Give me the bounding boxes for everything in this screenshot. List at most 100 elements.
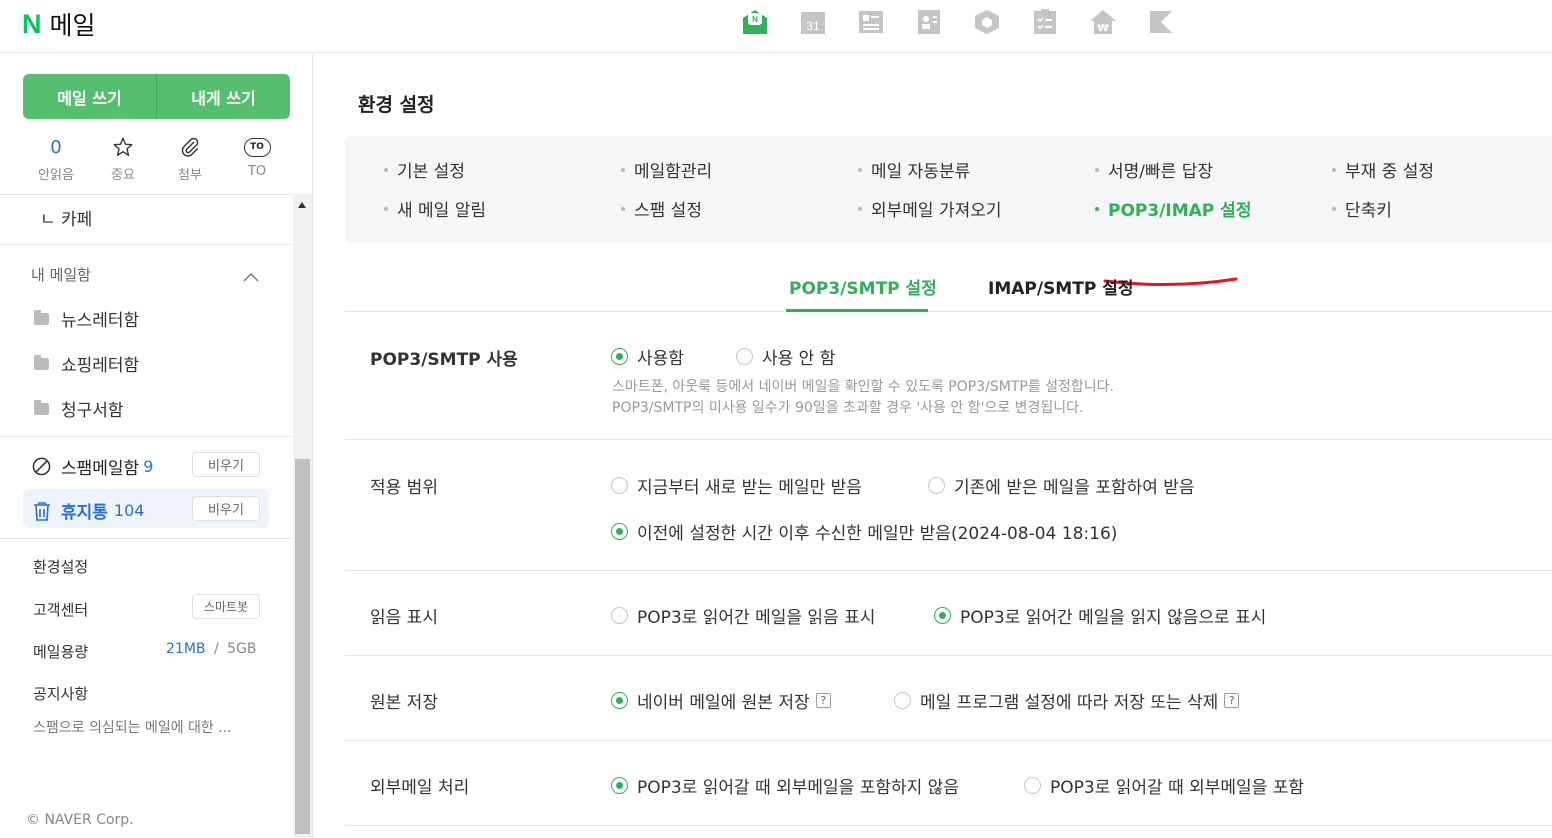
page-title: 환경 설정 [358, 94, 435, 116]
trash-icon [33, 501, 51, 521]
sidebar-scrollbar[interactable] [293, 194, 312, 838]
scope-after-time-radio[interactable]: 이전에 설정한 시간 이후 수신한 메일만 받음(2024-08-04 18:1… [611, 519, 1117, 544]
scope-include-existing-radio[interactable]: 기존에 받은 메일을 포함하여 받음 [928, 473, 1195, 498]
nav-signature[interactable]: 서명/빠른 답장 [1095, 157, 1213, 182]
spam-folder[interactable]: 스팸메일함 9 [32, 454, 153, 479]
folder-newsletter[interactable]: 뉴스레터함 [34, 306, 139, 331]
row-divider [345, 825, 1552, 826]
pop3-use-on-radio[interactable]: 사용함 [611, 344, 684, 369]
follow-program-radio[interactable]: 메일 프로그램 설정에 따라 저장 또는 삭제? [894, 688, 1240, 713]
unread-count: 0 [50, 136, 62, 158]
nav-new-mail-alert[interactable]: 새 메일 알림 [384, 196, 486, 221]
mail-icon[interactable]: N [738, 5, 771, 38]
storage-used: 21MB [166, 641, 206, 657]
nav-pop3-imap[interactable]: POP3/IMAP 설정 [1095, 196, 1251, 221]
tab-imap-smtp[interactable]: IMAP/SMTP 설정 [988, 274, 1133, 299]
keep-original-label: 원본 저장 [370, 693, 438, 713]
news-icon[interactable] [854, 5, 887, 38]
scroll-up-icon[interactable] [298, 202, 306, 208]
row-divider [345, 439, 1552, 440]
empty-trash-button[interactable]: 비우기 [192, 496, 260, 521]
scrollbar-thumb[interactable] [295, 459, 310, 834]
to-icon: TO [224, 132, 290, 162]
svg-text:31: 31 [806, 19, 820, 33]
pop3-use-label: POP3/SMTP 사용 [370, 350, 518, 370]
pop3-use-desc-1: 스마트폰, 아웃룩 등에서 네이버 메일을 확인할 수 있도록 POP3/SMT… [612, 379, 1114, 395]
nav-external-mail[interactable]: 외부메일 가져오기 [858, 196, 1002, 221]
contacts-icon[interactable] [912, 5, 945, 38]
chevron-up-icon[interactable] [243, 267, 259, 286]
notice-link[interactable]: 스팸으로 의심되는 메일에 대한 ... [33, 717, 232, 737]
nav-mailbox-manage[interactable]: 메일함관리 [621, 157, 712, 182]
attachment-label: 첨부 [178, 168, 202, 183]
divider [0, 436, 292, 437]
bookmark-icon[interactable] [1144, 5, 1177, 38]
active-tab-indicator [786, 309, 928, 312]
logo-text: 메일 [49, 11, 96, 40]
nav-basic[interactable]: 기본 설정 [384, 157, 465, 182]
storage-total: 5GB [227, 641, 257, 657]
pop3-use-off-radio[interactable]: 사용 안 함 [736, 344, 835, 369]
divider [0, 194, 292, 195]
sidebar: 메일 쓰기 내게 쓰기 0 안읽음 중요 첨부 TO TO ㄴ 카페 내 메일함… [0, 54, 313, 838]
storage-sep: / [213, 641, 219, 657]
to-me-label: TO [247, 164, 267, 179]
nav-auto-sort[interactable]: 메일 자동분류 [858, 157, 970, 182]
compose-buttons: 메일 쓰기 내게 쓰기 [23, 74, 290, 119]
external-exclude-radio[interactable]: POP3로 읽어갈 때 외부메일을 포함하지 않음 [611, 773, 959, 798]
pay-icon[interactable]: ₩ [1086, 5, 1119, 38]
divider [0, 538, 292, 539]
write-mail-button[interactable]: 메일 쓰기 [23, 74, 156, 119]
nav-shortcuts[interactable]: 단축키 [1332, 196, 1392, 221]
unread-filter[interactable]: 0 안읽음 [23, 132, 89, 184]
help-icon[interactable]: ? [815, 693, 831, 708]
important-filter[interactable]: 중요 [90, 132, 156, 183]
naver-logo-letter: N [22, 8, 42, 39]
trash-folder[interactable]: 휴지통 104 비우기 [23, 489, 269, 528]
row-divider [345, 570, 1552, 571]
support-link[interactable]: 고객센터 [33, 599, 88, 620]
read-mark-unread-radio[interactable]: POP3로 읽어간 메일을 읽지 않음으로 표시 [934, 603, 1266, 628]
scope-new-only-radio[interactable]: 지금부터 새로 받는 메일만 받음 [611, 473, 862, 498]
empty-spam-button[interactable]: 비우기 [192, 452, 260, 477]
external-include-radio[interactable]: POP3로 읽어갈 때 외부메일을 포함 [1024, 773, 1304, 798]
star-icon [90, 132, 156, 162]
settings-link[interactable]: 환경설정 [33, 556, 88, 577]
naver-mail-logo[interactable]: N 메일 [22, 6, 96, 42]
write-to-self-button[interactable]: 내게 쓰기 [157, 74, 290, 119]
mybox-icon[interactable] [970, 5, 1003, 38]
attachment-filter[interactable]: 첨부 [157, 132, 223, 183]
settings-nav: 기본 설정 메일함관리 메일 자동분류 서명/빠른 답장 부재 중 설정 새 메… [345, 136, 1552, 243]
external-mail-label: 외부메일 처리 [370, 778, 470, 798]
calendar-icon[interactable]: 31 [796, 5, 829, 38]
settings-panel: 환경 설정 기본 설정 메일함관리 메일 자동분류 서명/빠른 답장 부재 중 … [314, 54, 1552, 838]
read-mark-label: 읽음 표시 [370, 608, 438, 628]
read-mark-read-radio[interactable]: POP3로 읽어간 메일을 읽음 표시 [611, 603, 875, 628]
folder-icon [34, 354, 49, 370]
folder-label: 청구서함 [61, 401, 124, 421]
block-icon [32, 457, 51, 476]
row-divider [345, 740, 1552, 741]
cafe-folder[interactable]: ㄴ 카페 [40, 205, 92, 230]
folder-icon [34, 309, 49, 325]
trash-label: 휴지통 [61, 503, 108, 523]
unread-label: 안읽음 [38, 168, 74, 183]
todo-icon[interactable] [1028, 5, 1061, 38]
storage-usage: 21MB / 5GB [166, 641, 257, 657]
tab-pop3-smtp[interactable]: POP3/SMTP 설정 [789, 274, 937, 299]
pop3-use-desc-2: POP3/SMTP의 미사용 일수가 90일을 초과할 경우 '사용 안 함'으… [612, 400, 1084, 416]
nav-spam-settings[interactable]: 스팸 설정 [621, 196, 702, 221]
help-icon[interactable]: ? [1224, 693, 1240, 708]
keep-original-radio[interactable]: 네이버 메일에 원본 저장? [611, 688, 831, 713]
important-label: 중요 [111, 168, 135, 183]
nav-absence[interactable]: 부재 중 설정 [1332, 157, 1434, 182]
to-me-filter[interactable]: TO TO [224, 132, 290, 183]
folder-label: 쇼핑레터함 [61, 356, 140, 376]
folder-bills[interactable]: 청구서함 [34, 396, 124, 421]
my-mailbox-heading[interactable]: 내 메일함 [31, 264, 91, 285]
notice-title[interactable]: 공지사항 [33, 683, 88, 704]
folder-label: 뉴스레터함 [61, 311, 140, 331]
folder-shopping[interactable]: 쇼핑레터함 [34, 351, 139, 376]
paperclip-icon [157, 132, 223, 162]
smartbot-button[interactable]: 스마트봇 [192, 594, 260, 619]
